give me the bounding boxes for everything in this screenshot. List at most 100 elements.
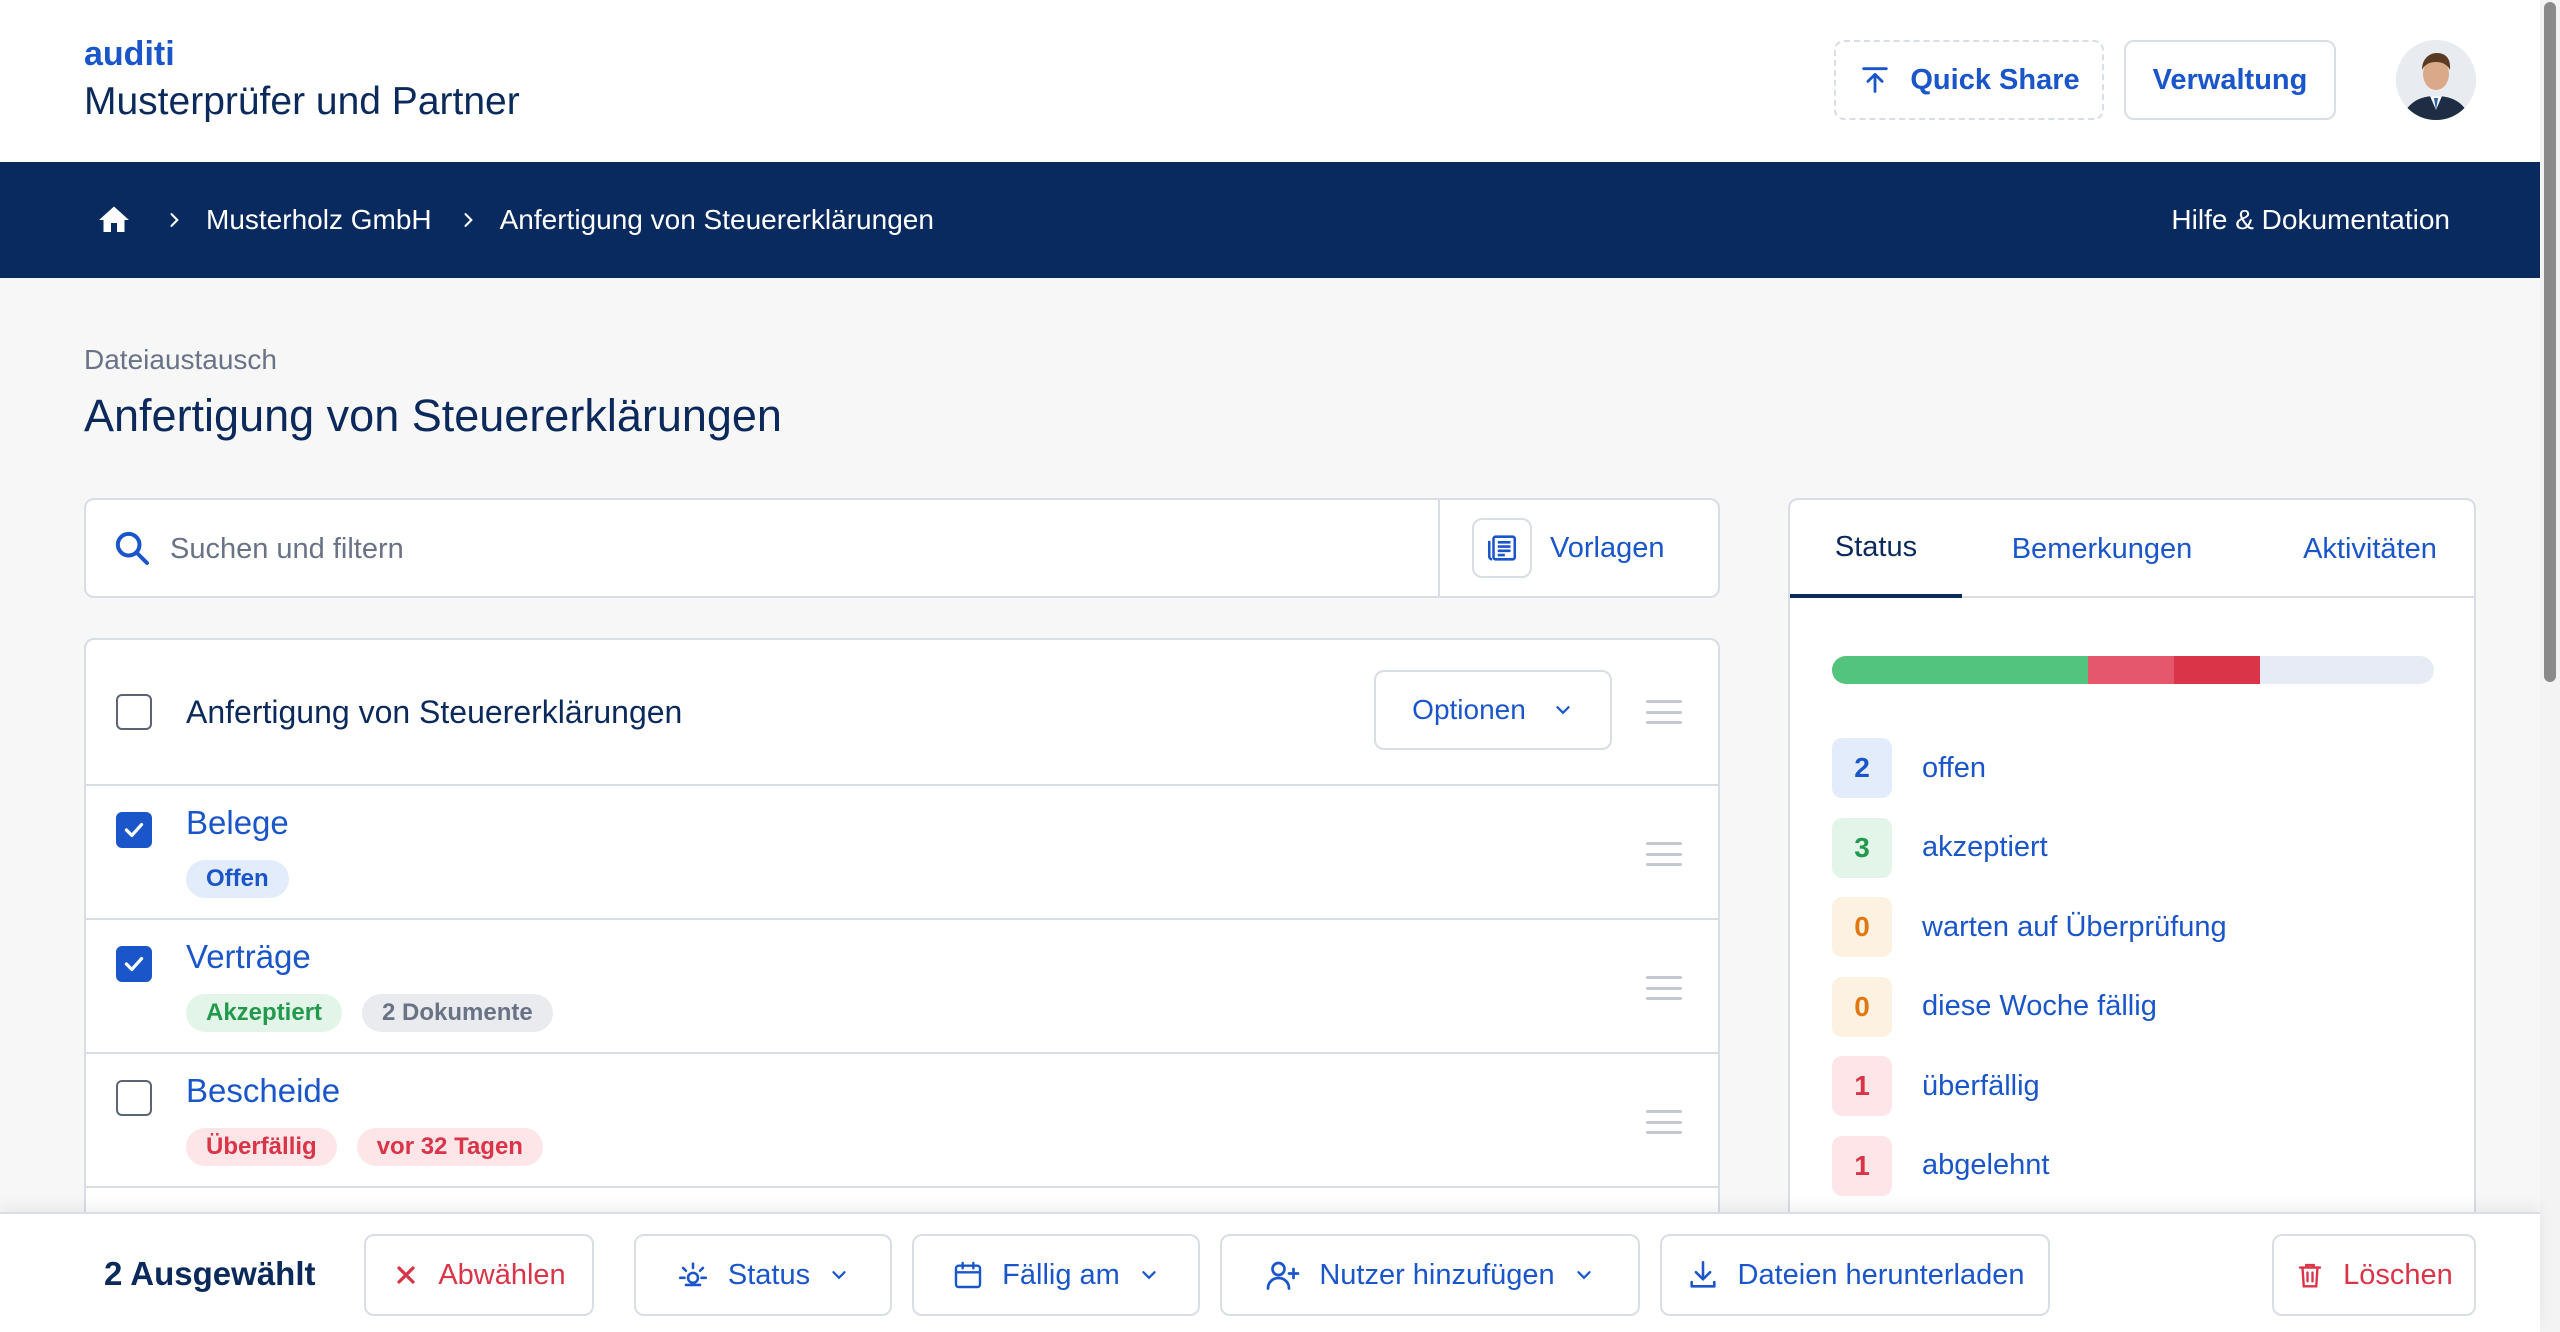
chevron-down-icon	[828, 1264, 850, 1286]
top-header: auditi Musterprüfer und Partner Quick Sh…	[0, 0, 2540, 162]
templates-label: Vorlagen	[1550, 531, 1665, 564]
drag-handle-icon[interactable]	[1646, 700, 1682, 724]
admin-label: Verwaltung	[2152, 63, 2308, 96]
status-panel: Status Bemerkungen Aktivitäten 2 offen 3…	[1788, 498, 2476, 1332]
page-title: Anfertigung von Steuererklärungen	[84, 390, 782, 441]
row-title[interactable]: Belege	[186, 804, 289, 842]
status-label[interactable]: abgelehnt	[1922, 1149, 2049, 1182]
chevron-down-icon	[1138, 1264, 1160, 1286]
download-icon	[1686, 1258, 1720, 1292]
drag-handle-icon[interactable]	[1646, 1110, 1682, 1134]
home-icon[interactable]	[96, 202, 132, 238]
brand-logo[interactable]: auditi	[84, 34, 520, 74]
progress-segment-overdue	[2088, 656, 2174, 684]
selected-count: 2 Ausgewählt	[104, 1255, 316, 1292]
options-dropdown[interactable]: Optionen	[1374, 670, 1612, 750]
status-badge: Überfällig	[186, 1128, 337, 1166]
status-item-overdue[interactable]: 1 überfällig	[1832, 1056, 2432, 1116]
status-label: Status	[727, 1258, 811, 1291]
breadcrumb-company[interactable]: Musterholz GmbH	[206, 204, 432, 236]
templates-icon	[1472, 518, 1532, 578]
chevron-down-icon	[1573, 1264, 1595, 1286]
panel-tabs: Status Bemerkungen Aktivitäten	[1790, 500, 2474, 598]
user-avatar[interactable]	[2396, 40, 2476, 120]
breadcrumb: Musterholz GmbH Anfertigung von Steuerer…	[96, 162, 934, 278]
status-label[interactable]: offen	[1922, 752, 1986, 785]
row-title[interactable]: Verträge	[186, 938, 311, 976]
count-badge: 2	[1832, 738, 1892, 798]
calendar-icon	[952, 1259, 984, 1291]
status-item-open[interactable]: 2 offen	[1832, 738, 2432, 798]
add-user-icon	[1265, 1257, 1301, 1293]
chevron-right-icon	[458, 210, 478, 230]
delete-label: Löschen	[2343, 1258, 2453, 1291]
brand-block: auditi Musterprüfer und Partner	[84, 34, 520, 128]
upload-icon	[1858, 63, 1892, 97]
list-item[interactable]: Bescheide Überfällig vor 32 Tagen	[86, 1054, 1718, 1188]
status-dropdown-button[interactable]: Status	[634, 1234, 892, 1316]
row-badges: Offen	[186, 860, 289, 898]
drag-handle-icon[interactable]	[1646, 842, 1682, 866]
status-item-due-this-week[interactable]: 0 diese Woche fällig	[1832, 976, 2432, 1037]
status-label[interactable]: akzeptiert	[1922, 831, 2048, 864]
add-user-dropdown-button[interactable]: Nutzer hinzufügen	[1220, 1234, 1640, 1316]
tab-activities[interactable]: Aktivitäten	[2280, 500, 2460, 598]
count-badge: 3	[1832, 817, 1892, 878]
breadcrumb-current[interactable]: Anfertigung von Steuererklärungen	[500, 204, 934, 236]
scrollbar-thumb[interactable]	[2544, 2, 2556, 682]
count-badge: 1	[1832, 1056, 1892, 1116]
download-files-label: Dateien herunterladen	[1737, 1258, 2025, 1291]
options-label: Optionen	[1412, 694, 1526, 725]
trash-icon	[2295, 1260, 2325, 1290]
row-badges: Akzeptiert 2 Dokumente	[186, 994, 553, 1032]
select-all-checkbox[interactable]	[116, 694, 152, 730]
quick-share-button[interactable]: Quick Share	[1834, 40, 2104, 120]
status-item-accepted[interactable]: 3 akzeptiert	[1832, 817, 2432, 878]
status-summary-list: 2 offen 3 akzeptiert 0 warten auf Überpr…	[1832, 738, 2432, 1215]
status-sparkle-icon	[676, 1258, 710, 1292]
status-label[interactable]: diese Woche fällig	[1922, 990, 2157, 1023]
due-date-dropdown-button[interactable]: Fällig am	[912, 1234, 1200, 1316]
row-checkbox[interactable]	[116, 946, 152, 982]
row-checkbox[interactable]	[116, 1080, 152, 1116]
drag-handle-icon[interactable]	[1646, 976, 1682, 1000]
section-label: Dateiaustausch	[84, 344, 278, 375]
download-files-button[interactable]: Dateien herunterladen	[1660, 1234, 2050, 1316]
add-user-label: Nutzer hinzufügen	[1319, 1258, 1555, 1291]
count-badge: 0	[1832, 976, 1892, 1037]
templates-button[interactable]: Vorlagen	[1472, 518, 1665, 578]
tab-status[interactable]: Status	[1790, 500, 1962, 598]
row-title[interactable]: Bescheide	[186, 1072, 340, 1110]
progress-segment-accepted	[1832, 656, 2088, 684]
quick-share-label: Quick Share	[1910, 63, 2080, 96]
search-icon	[112, 528, 152, 568]
count-badge: 1	[1832, 1135, 1892, 1196]
help-documentation-link[interactable]: Hilfe & Dokumentation	[2171, 162, 2450, 278]
page-scrollbar[interactable]	[2540, 0, 2560, 1332]
list-item[interactable]: Verträge Akzeptiert 2 Dokumente	[86, 920, 1718, 1054]
chevron-down-icon	[1552, 699, 1574, 721]
admin-button[interactable]: Verwaltung	[2124, 40, 2336, 120]
breadcrumb-bar: Musterholz GmbH Anfertigung von Steuerer…	[0, 162, 2540, 278]
status-item-rejected[interactable]: 1 abgelehnt	[1832, 1135, 2432, 1196]
list-item[interactable]: Belege Offen	[86, 786, 1718, 920]
status-label[interactable]: warten auf Überprüfung	[1922, 911, 2227, 944]
progress-segment-rejected	[2174, 656, 2260, 684]
list-header: Anfertigung von Steuererklärungen Option…	[86, 640, 1718, 786]
chevron-right-icon	[164, 210, 184, 230]
count-badge: 0	[1832, 897, 1892, 957]
delete-button[interactable]: Löschen	[2272, 1234, 2476, 1316]
row-checkbox[interactable]	[116, 812, 152, 848]
close-icon	[392, 1261, 420, 1289]
organization-name: Musterprüfer und Partner	[84, 80, 520, 123]
status-badge: Akzeptiert	[186, 994, 343, 1032]
status-label[interactable]: überfällig	[1922, 1070, 2040, 1103]
deselect-button[interactable]: Abwählen	[364, 1234, 594, 1316]
tab-remarks[interactable]: Bemerkungen	[2002, 500, 2202, 598]
search-input[interactable]	[170, 522, 1410, 576]
bulk-action-bar: 2 Ausgewählt Abwählen Status Fällig am N…	[0, 1212, 2540, 1332]
status-badge: Offen	[186, 860, 289, 898]
status-item-awaiting-review[interactable]: 0 warten auf Überprüfung	[1832, 897, 2432, 957]
deselect-label: Abwählen	[438, 1258, 566, 1291]
list-title: Anfertigung von Steuererklärungen	[186, 694, 683, 730]
